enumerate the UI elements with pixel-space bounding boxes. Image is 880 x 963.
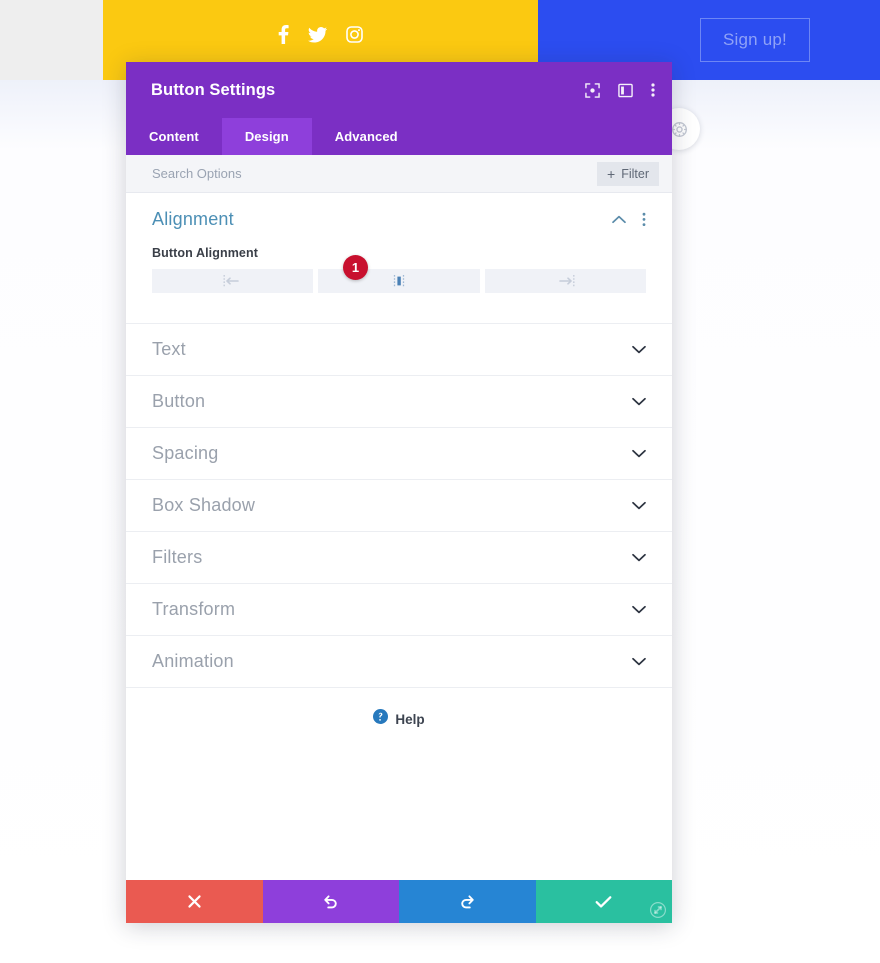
group-alignment-header[interactable]: Alignment bbox=[152, 193, 646, 246]
resize-handle-icon bbox=[650, 902, 666, 918]
instagram-icon[interactable] bbox=[346, 26, 363, 43]
group-spacing[interactable]: Spacing bbox=[126, 428, 672, 480]
focus-target-icon[interactable] bbox=[585, 82, 600, 98]
group-button[interactable]: Button bbox=[126, 376, 672, 428]
group-alignment-title: Alignment bbox=[152, 209, 234, 229]
chevron-down-icon[interactable] bbox=[632, 553, 646, 562]
undo-button[interactable] bbox=[262, 880, 399, 923]
chevron-down-icon[interactable] bbox=[632, 345, 646, 354]
group-transform[interactable]: Transform bbox=[126, 584, 672, 636]
tab-advanced[interactable]: Advanced bbox=[312, 118, 421, 155]
group-text[interactable]: Text bbox=[126, 324, 672, 376]
help-link[interactable]: Help bbox=[126, 688, 672, 750]
search-input[interactable] bbox=[152, 166, 598, 181]
screenshot-root: Sign up! Button Settings Content Design … bbox=[0, 0, 880, 963]
help-circle-icon bbox=[373, 709, 389, 729]
chevron-down-icon[interactable] bbox=[632, 501, 646, 510]
align-left-icon bbox=[223, 275, 239, 287]
redo-button[interactable] bbox=[399, 880, 536, 923]
cancel-button[interactable] bbox=[126, 880, 263, 923]
filter-button[interactable]: + Filter bbox=[597, 161, 659, 186]
align-center-icon bbox=[393, 275, 405, 287]
facebook-icon[interactable] bbox=[278, 25, 289, 44]
chevron-down-icon[interactable] bbox=[632, 449, 646, 458]
button-alignment-control: 1 bbox=[152, 255, 646, 293]
group-alignment: Alignment Button Alignment 1 bbox=[126, 193, 672, 324]
modal-body: Alignment Button Alignment 1 Text Button… bbox=[126, 193, 672, 880]
social-icons-row bbox=[103, 25, 538, 44]
twitter-icon[interactable] bbox=[308, 26, 327, 43]
group-animation-label: Animation bbox=[152, 651, 234, 671]
undo-icon bbox=[324, 895, 337, 909]
modal-header: Button Settings bbox=[126, 62, 672, 118]
group-box-shadow-label: Box Shadow bbox=[152, 495, 256, 515]
chevron-down-icon[interactable] bbox=[632, 605, 646, 614]
button-alignment-label: Button Alignment bbox=[152, 246, 258, 260]
align-right-option[interactable] bbox=[484, 269, 646, 293]
group-animation[interactable]: Animation bbox=[126, 636, 672, 688]
group-filters-label: Filters bbox=[152, 547, 203, 567]
group-text-label: Text bbox=[152, 339, 186, 359]
modal-header-actions bbox=[585, 82, 655, 98]
close-icon bbox=[188, 895, 201, 908]
group-filters[interactable]: Filters bbox=[126, 532, 672, 584]
align-right-icon bbox=[559, 275, 575, 287]
modal-footer bbox=[126, 880, 672, 923]
redo-icon bbox=[461, 895, 474, 909]
button-settings-modal: Button Settings Content Design Advanced … bbox=[126, 62, 672, 923]
group-transform-label: Transform bbox=[152, 599, 236, 619]
check-icon bbox=[595, 895, 612, 908]
group-more-vertical-icon[interactable] bbox=[642, 212, 646, 227]
chevron-down-icon[interactable] bbox=[632, 397, 646, 406]
panel-layout-icon[interactable] bbox=[618, 83, 633, 98]
signup-button[interactable]: Sign up! bbox=[700, 18, 810, 62]
modal-title: Button Settings bbox=[151, 80, 276, 99]
more-vertical-icon[interactable] bbox=[651, 82, 655, 98]
group-button-label: Button bbox=[152, 391, 206, 411]
tab-content[interactable]: Content bbox=[126, 118, 222, 155]
chevron-down-icon[interactable] bbox=[632, 657, 646, 666]
callout-badge-1: 1 bbox=[343, 255, 368, 280]
help-label: Help bbox=[395, 711, 425, 727]
group-spacing-label: Spacing bbox=[152, 443, 219, 463]
tab-design[interactable]: Design bbox=[221, 118, 312, 155]
search-row: + Filter bbox=[126, 155, 672, 193]
modal-tabs: Content Design Advanced bbox=[126, 118, 672, 155]
group-box-shadow[interactable]: Box Shadow bbox=[126, 480, 672, 532]
group-alignment-actions bbox=[612, 212, 646, 227]
header-left-block bbox=[0, 0, 103, 80]
plus-icon: + bbox=[607, 165, 616, 182]
align-center-option[interactable] bbox=[318, 269, 480, 293]
filter-button-label: Filter bbox=[621, 166, 649, 181]
resize-handle[interactable] bbox=[649, 901, 667, 919]
chevron-up-icon[interactable] bbox=[612, 215, 626, 224]
align-left-option[interactable] bbox=[152, 269, 314, 293]
gear-icon bbox=[671, 121, 687, 137]
